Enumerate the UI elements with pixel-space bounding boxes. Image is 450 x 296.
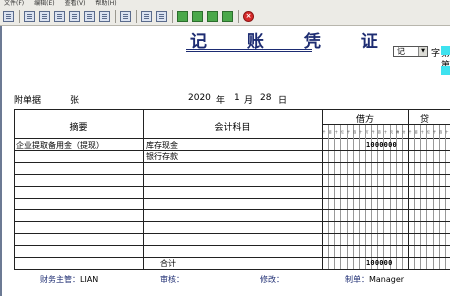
- footer-manager: 财务主管：LIAN: [40, 274, 98, 285]
- row-line: [14, 197, 450, 199]
- menu-file[interactable]: 文件(F): [4, 0, 24, 8]
- digit-label: 十: [334, 130, 338, 134]
- review-label: 审核：: [160, 275, 184, 284]
- date-year[interactable]: 2020: [188, 93, 211, 103]
- toolbar-separator: [136, 10, 137, 23]
- menu-view[interactable]: 查看(V): [65, 0, 86, 8]
- row-line: [14, 173, 450, 175]
- digit-label: 千: [322, 130, 326, 134]
- date-day-unit: 日: [278, 96, 288, 106]
- total-amount: 100000: [366, 259, 393, 267]
- insert-row-icon[interactable]: [69, 11, 80, 22]
- chevron-down-icon[interactable]: ▼: [418, 47, 427, 56]
- digit-label: 亿: [426, 130, 430, 134]
- date-month[interactable]: 1: [234, 93, 240, 103]
- attachments-label: 附单据: [14, 96, 42, 106]
- digit-label: 角: [396, 130, 400, 134]
- print-icon[interactable]: [39, 11, 50, 22]
- first-record-icon[interactable]: [177, 11, 188, 22]
- maker-value: Manager: [369, 275, 405, 284]
- next-record-icon[interactable]: [207, 11, 218, 22]
- manager-value: LIAN: [80, 275, 99, 284]
- digit-label: 万: [365, 130, 369, 134]
- digit-label: 百: [328, 130, 332, 134]
- row-line: [14, 245, 450, 247]
- manager-label: 财务主管：: [40, 275, 80, 284]
- preview-icon[interactable]: [24, 11, 35, 22]
- digit-label: 分: [402, 130, 406, 134]
- digit-label: 百: [414, 130, 418, 134]
- last-record-icon[interactable]: [222, 11, 233, 22]
- row-2-account[interactable]: 银行存款: [146, 151, 178, 162]
- header-credit: 贷: [420, 115, 430, 125]
- digit-label: 十: [359, 130, 363, 134]
- digit-label: 千: [371, 130, 375, 134]
- footer-maker: 制单：Manager: [345, 274, 404, 285]
- digit-label: 十: [383, 130, 387, 134]
- header-summary: 摘要: [69, 123, 88, 133]
- pen-icon[interactable]: [120, 11, 131, 22]
- header-debit: 借方: [355, 115, 374, 125]
- title-underline: [186, 49, 312, 50]
- delete-row-icon[interactable]: [84, 11, 95, 22]
- digit-label: 十: [420, 130, 424, 134]
- row-1-debit[interactable]: 1000000: [366, 141, 397, 149]
- row-1-summary[interactable]: 企业提取备用金（提现）: [16, 140, 104, 151]
- total-label: 合计: [160, 259, 176, 268]
- attachments-unit: 张: [70, 96, 80, 106]
- digit-label: 百: [353, 130, 357, 134]
- balance-icon[interactable]: [156, 11, 167, 22]
- copy-icon[interactable]: [99, 11, 110, 22]
- digit-label: 百: [377, 130, 381, 134]
- row-line: [14, 221, 450, 223]
- title-underline: [186, 51, 312, 52]
- row-line: [14, 209, 450, 211]
- previous-record-icon[interactable]: [192, 11, 203, 22]
- digit-label: 千: [347, 130, 351, 134]
- close-icon[interactable]: ×: [243, 11, 254, 22]
- menu-bar: 文件(F) 编辑(E) 查看(V) 帮助(H): [0, 0, 450, 8]
- row-1-account[interactable]: 库存现金: [146, 140, 178, 151]
- toolbar-separator: [115, 10, 116, 23]
- menu-edit[interactable]: 编辑(E): [34, 0, 54, 8]
- toolbar: ×: [0, 8, 450, 26]
- table-bottom-line: [14, 269, 450, 270]
- number-field[interactable]: [441, 46, 450, 55]
- menu-help[interactable]: 帮助(H): [95, 0, 116, 8]
- voucher-word-suffix: 字: [431, 49, 441, 59]
- date-year-unit: 年: [216, 96, 226, 106]
- header-account: 会计科目: [214, 123, 251, 133]
- digit-label: 十: [445, 130, 449, 134]
- header-bottom-line: [14, 138, 450, 139]
- modify-label: 修改：: [260, 275, 284, 284]
- toolbar-separator: [19, 10, 20, 23]
- digit-label: 亿: [340, 130, 344, 134]
- toolbar-separator: [238, 10, 239, 23]
- total-row-line: [14, 257, 450, 258]
- date-day[interactable]: 28: [260, 93, 271, 103]
- row-line: [14, 161, 450, 163]
- maker-label: 制单：: [345, 275, 369, 284]
- digit-label: 元: [390, 130, 394, 134]
- save-icon[interactable]: [3, 11, 14, 22]
- digit-label: 千: [408, 130, 412, 134]
- digit-label: 千: [433, 130, 437, 134]
- calculator-icon[interactable]: [141, 11, 152, 22]
- new-voucher-icon[interactable]: [54, 11, 65, 22]
- voucher-word-select[interactable]: 记 ▼: [393, 46, 428, 57]
- row-line: [14, 233, 450, 235]
- voucher-word-value: 记: [397, 47, 405, 56]
- digit-label: 百: [439, 130, 443, 134]
- page-field[interactable]: [441, 66, 450, 75]
- toolbar-separator: [172, 10, 173, 23]
- row-line: [14, 185, 450, 187]
- date-month-unit: 月: [244, 96, 254, 106]
